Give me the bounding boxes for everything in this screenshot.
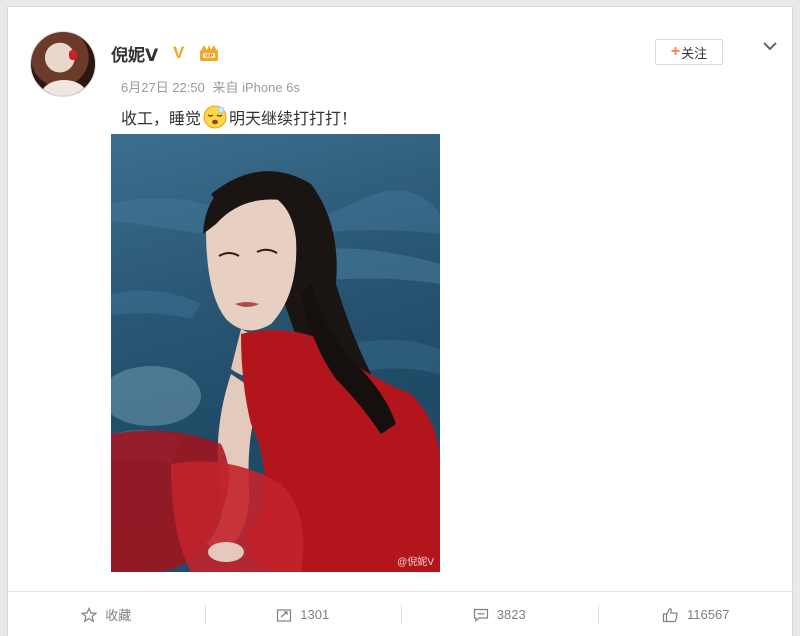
like-count: 116567 [687,607,730,622]
vip-crown-icon[interactable]: VIP [198,44,220,62]
post-date[interactable]: 6月27日 22:50 [121,80,205,95]
action-bar: 收藏 1301 3823 116567 [8,591,794,636]
repost-count: 1301 [300,607,330,622]
avatar[interactable] [30,31,96,97]
repost-button[interactable]: 1301 [204,592,402,636]
post-meta: 6月27日 22:50 来自 iPhone 6s [121,77,304,96]
post-text: 收工，睡觉 明天继续打打打！ [121,103,357,131]
photo-watermark: @倪妮V [397,557,434,568]
follow-button[interactable]: + 关注 [655,39,723,65]
photo-illustration [111,171,440,572]
weibo-post-card: 倪妮V V VIP 6月27日 22:50 来自 iPhone 6s + 关注 … [7,6,794,636]
sleepy-face-emoji [203,105,227,129]
svg-text:VIP: VIP [205,54,214,60]
post-text-part1: 收工，睡觉 [121,109,202,128]
like-button[interactable]: 116567 [597,592,795,636]
chevron-down-icon[interactable] [759,37,781,55]
repost-icon [277,608,292,622]
post-photo[interactable]: @倪妮V [111,134,440,572]
favorite-label: 收藏 [105,609,132,624]
favorite-button[interactable]: 收藏 [8,592,205,636]
follow-label: 关注 [681,46,708,62]
plus-icon: + [670,43,681,60]
comment-count: 3823 [496,607,526,622]
verified-badge-icon: V [173,43,185,62]
post-text-part2: 明天继续打打打！ [229,109,358,128]
username[interactable]: 倪妮V [111,41,158,66]
post-source[interactable]: 来自 iPhone 6s [212,80,299,95]
thumbs-up-icon [662,607,678,622]
star-icon [81,606,98,622]
comment-icon [473,608,488,622]
comment-button[interactable]: 3823 [401,592,598,636]
